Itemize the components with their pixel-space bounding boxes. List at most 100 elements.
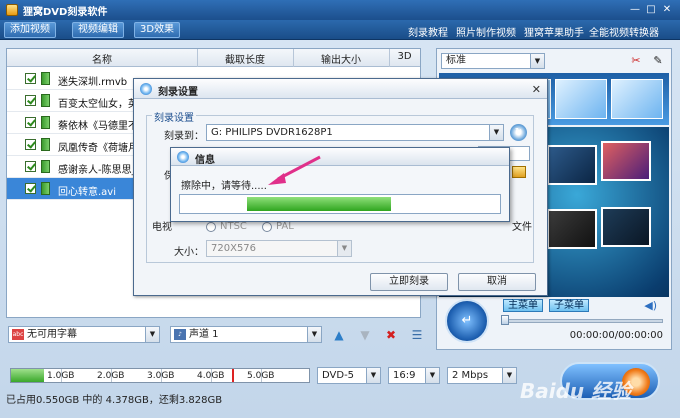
header-name[interactable]: 名称 <box>7 51 197 66</box>
capacity-limit-marker <box>232 369 234 382</box>
video-converter-link[interactable]: 全能视频转换器 <box>589 24 659 39</box>
chevron-down-icon: ▼ <box>530 54 544 68</box>
subtitle-icon: abc <box>12 329 24 340</box>
burn-tutorial-link[interactable]: 刻录教程 <box>408 24 448 39</box>
progress-fill <box>247 197 392 211</box>
file-option-label: 文件 <box>512 222 532 233</box>
video-file-icon <box>41 116 50 129</box>
watermark-logo: Baidu 经验 <box>520 379 632 403</box>
chevron-down-icon: ▼ <box>307 327 321 342</box>
row-checkbox[interactable] <box>25 183 36 194</box>
video-file-icon <box>41 94 50 107</box>
refresh-icon[interactable]: ↻ <box>510 124 527 141</box>
burn-now-button[interactable]: 立即刻录 <box>370 273 448 291</box>
chevron-down-icon: ▼ <box>502 368 516 383</box>
capacity-status: 已占用0.550GB 中的 4.378GB，还剩3.828GB <box>6 395 223 406</box>
tv-system-label: 电视 <box>152 222 172 233</box>
dialog-title: 刻录设置 <box>158 87 198 98</box>
drive-select[interactable]: G: PHILIPS DVDR1628P1 ▼ <box>206 124 504 141</box>
row-checkbox[interactable] <box>25 73 36 84</box>
size-select[interactable]: 720X576 ▼ <box>206 240 352 257</box>
cancel-button[interactable]: 取消 <box>458 273 536 291</box>
effect-3d-button[interactable]: 3D效果 <box>134 22 181 38</box>
ntsc-label: NTSC <box>220 221 247 232</box>
seek-handle[interactable] <box>501 315 509 325</box>
sub-menu-button[interactable]: 子菜单 <box>549 299 589 312</box>
preview-thumb <box>601 141 651 181</box>
row-filename: 蔡依林《马德里不 <box>58 121 138 132</box>
main-menu-button[interactable]: 主菜单 <box>503 299 543 312</box>
minimize-icon[interactable]: — <box>628 3 642 16</box>
chevron-down-icon: ▼ <box>145 327 159 342</box>
seek-bar[interactable] <box>503 319 663 323</box>
disc-icon <box>140 83 152 95</box>
header-length[interactable]: 截取长度 <box>197 51 293 66</box>
delete-icon[interactable]: ✖ <box>384 328 398 342</box>
template-thumb[interactable] <box>555 79 607 119</box>
preview-thumb <box>547 209 597 249</box>
close-icon[interactable]: ✕ <box>532 83 541 96</box>
maximize-icon[interactable]: □ <box>644 3 658 16</box>
pal-radio[interactable] <box>262 222 272 232</box>
row-checkbox[interactable] <box>25 95 36 106</box>
list-header: 名称 截取长度 输出大小 3D <box>7 49 420 67</box>
info-title: 信息 <box>195 155 215 166</box>
disc-type-value: DVD-5 <box>322 370 355 381</box>
info-dialog: 信息 擦除中，请等待..... <box>170 147 510 222</box>
navigation-wheel[interactable]: ↵ <box>445 299 489 343</box>
row-checkbox[interactable] <box>25 161 36 172</box>
group-legend: 刻录设置 <box>152 109 196 124</box>
clear-list-icon[interactable]: ☰ <box>410 328 424 342</box>
row-checkbox[interactable] <box>25 117 36 128</box>
audio-track-icon: ♪ <box>174 329 186 340</box>
annotation-arrow-icon <box>268 155 321 185</box>
capacity-label: 3.0GB <box>147 371 175 381</box>
info-icon <box>177 151 189 163</box>
header-size[interactable]: 输出大小 <box>293 51 389 66</box>
preview-thumb <box>547 145 597 185</box>
edit-video-button[interactable]: 视频编辑 <box>72 22 124 38</box>
info-message: 擦除中，请等待..... <box>181 181 267 192</box>
size-value: 720X576 <box>211 243 257 254</box>
erase-progress-bar <box>179 194 501 214</box>
app-logo-icon <box>6 4 18 16</box>
capacity-label: 5.0GB <box>247 371 275 381</box>
capacity-label: 2.0GB <box>97 371 125 381</box>
toolbar: 添加视频 视频编辑 3D效果 刻录教程 照片制作视频 狸窝苹果助手 全能视频转换… <box>0 20 680 40</box>
close-icon[interactable]: ✕ <box>660 3 674 16</box>
photo-video-link[interactable]: 照片制作视频 <box>456 24 516 39</box>
aspect-value: 16:9 <box>393 370 416 381</box>
ntsc-radio[interactable] <box>206 222 216 232</box>
folder-icon[interactable] <box>512 166 526 178</box>
chevron-down-icon: ▼ <box>489 125 503 140</box>
menu-style-select[interactable]: 标准 ▼ <box>441 53 545 69</box>
video-file-icon <box>41 72 50 85</box>
delete-template-icon[interactable]: ✂ <box>629 54 643 68</box>
disc-type-select[interactable]: DVD-5 ▼ <box>317 367 381 384</box>
move-down-icon[interactable]: ▼ <box>358 328 372 342</box>
capacity-fill <box>11 369 44 382</box>
volume-icon[interactable]: ◀) <box>644 299 657 312</box>
header-3d[interactable]: 3D <box>389 51 420 62</box>
chevron-down-icon: ▼ <box>425 368 439 383</box>
disc-capacity-bar: 1.0GB 2.0GB 3.0GB 4.0GB 5.0GB <box>10 368 310 383</box>
bitrate-select[interactable]: 2 Mbps ▼ <box>447 367 517 384</box>
burn-to-label: 刻录到： <box>164 131 204 142</box>
template-thumb[interactable] <box>611 79 663 119</box>
menu-style-value: 标准 <box>446 55 466 66</box>
app-title: 狸窝DVD刻录软件 <box>23 6 108 18</box>
edit-template-icon[interactable]: ✎ <box>651 54 665 68</box>
aspect-select[interactable]: 16:9 ▼ <box>388 367 440 384</box>
row-filename: 迷失深圳.rmvb <box>58 77 128 88</box>
chevron-down-icon: ▼ <box>337 241 351 256</box>
video-file-icon <box>41 182 50 195</box>
drive-value: G: PHILIPS DVDR1628P1 <box>211 127 333 138</box>
audio-track-select[interactable]: ♪ 声道 1 ▼ <box>170 326 322 343</box>
move-up-icon[interactable]: ▲ <box>332 328 346 342</box>
subtitle-select[interactable]: abc 无可用字幕 ▼ <box>8 326 160 343</box>
add-video-button[interactable]: 添加视频 <box>4 22 56 38</box>
row-checkbox[interactable] <box>25 139 36 150</box>
row-filename: 感谢亲人-陈思思_ <box>58 165 137 176</box>
apple-helper-link[interactable]: 狸窝苹果助手 <box>524 24 584 39</box>
video-file-icon <box>41 160 50 173</box>
